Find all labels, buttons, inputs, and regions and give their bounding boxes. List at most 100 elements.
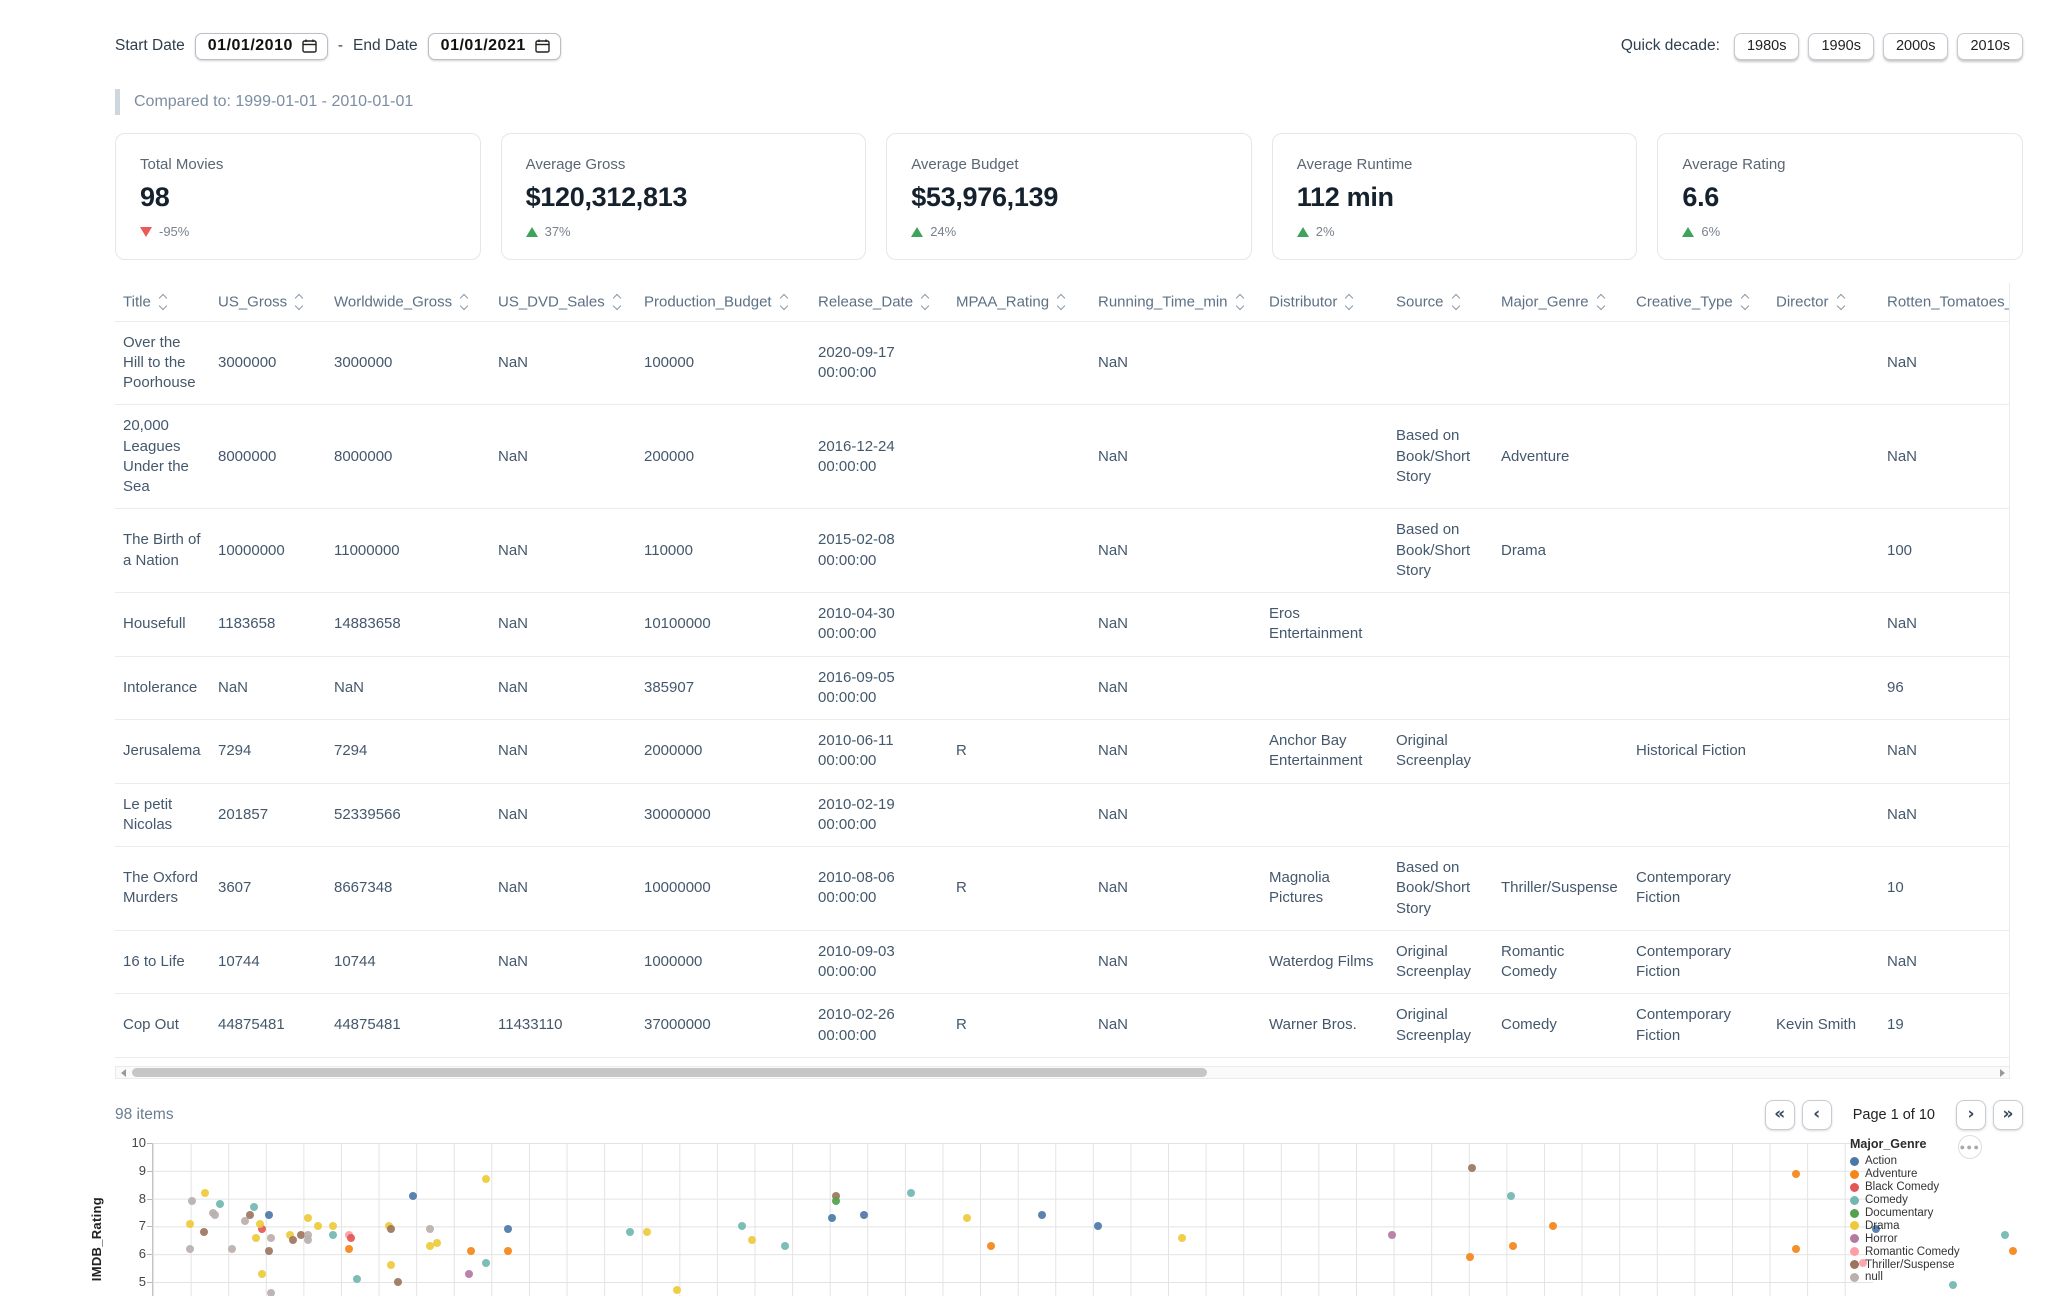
column-header-us_gross[interactable]: US_Gross [210,283,326,321]
scatter-point[interactable] [781,1242,789,1250]
scatter-point[interactable] [987,1242,995,1250]
scatter-point[interactable] [1549,1222,1557,1230]
scatter-point[interactable] [188,1197,196,1205]
legend-item[interactable]: Thriller/Suspense [1850,1258,2000,1271]
scatter-point[interactable] [216,1200,224,1208]
scatter-point[interactable] [289,1236,297,1244]
scatter-point[interactable] [465,1270,473,1278]
scatter-point[interactable] [186,1245,194,1253]
first-page-button[interactable]: « [1765,1100,1795,1130]
scatter-point[interactable] [1094,1222,1102,1230]
scatter-point[interactable] [387,1225,395,1233]
legend-item[interactable]: Drama [1850,1219,2000,1232]
scatter-point[interactable] [832,1197,840,1205]
table-horizontal-scrollbar[interactable] [115,1066,2010,1079]
scatter-point[interactable] [963,1214,971,1222]
scatter-point[interactable] [504,1247,512,1255]
decade-button-1980s[interactable]: 1980s [1734,33,1800,60]
scatter-point[interactable] [228,1245,236,1253]
scatter-point[interactable] [267,1234,275,1242]
scatter-point[interactable] [409,1192,417,1200]
scrollbar-track[interactable] [130,1067,1995,1078]
scatter-point[interactable] [265,1247,273,1255]
column-header-title[interactable]: Title [115,283,210,321]
scatter-point[interactable] [828,1214,836,1222]
legend-item[interactable]: Comedy [1850,1194,2000,1207]
scatter-point[interactable] [1792,1245,1800,1253]
prev-page-button[interactable]: ‹ [1802,1100,1832,1130]
column-header-running_time_min[interactable]: Running_Time_min [1090,283,1261,321]
scatter-point[interactable] [860,1211,868,1219]
scatter-point[interactable] [314,1222,322,1230]
scatter-point[interactable] [1792,1170,1800,1178]
scatter-point[interactable] [353,1275,361,1283]
scatter-point[interactable] [304,1236,312,1244]
column-header-production_budget[interactable]: Production_Budget [636,283,810,321]
scatter-point[interactable] [394,1278,402,1286]
scatter-point[interactable] [265,1211,273,1219]
scroll-right-arrow-icon[interactable] [1995,1067,2009,1078]
scroll-left-arrow-icon[interactable] [116,1067,130,1078]
scatter-point[interactable] [1468,1164,1476,1172]
column-header-mpaa_rating[interactable]: MPAA_Rating [948,283,1090,321]
scatter-point[interactable] [256,1220,264,1228]
scatter-point[interactable] [748,1236,756,1244]
column-header-creative_type[interactable]: Creative_Type [1628,283,1768,321]
scatter-point[interactable] [200,1228,208,1236]
calendar-icon[interactable] [535,39,550,53]
end-date-input[interactable]: 01/01/2021 [428,33,561,60]
scatter-point[interactable] [738,1222,746,1230]
legend-item[interactable]: Romantic Comedy [1850,1245,2000,1258]
scrollbar-thumb[interactable] [132,1068,1207,1077]
decade-button-1990s[interactable]: 1990s [1808,33,1874,60]
legend-item[interactable]: Action [1850,1155,2000,1168]
calendar-icon[interactable] [302,39,317,53]
scatter-point[interactable] [1507,1192,1515,1200]
scatter-point[interactable] [482,1259,490,1267]
scatter-point[interactable] [626,1228,634,1236]
decade-button-2010s[interactable]: 2010s [1957,33,2023,60]
scatter-point[interactable] [252,1234,260,1242]
scatter-point[interactable] [258,1270,266,1278]
scatter-point[interactable] [304,1214,312,1222]
scatter-point[interactable] [643,1228,651,1236]
column-header-director[interactable]: Director [1768,283,1879,321]
scatter-point[interactable] [211,1211,219,1219]
scatter-point[interactable] [329,1222,337,1230]
scatter-point[interactable] [1178,1234,1186,1242]
column-header-source[interactable]: Source [1388,283,1493,321]
scatter-point[interactable] [673,1286,681,1294]
scatter-point[interactable] [504,1225,512,1233]
column-header-major_genre[interactable]: Major_Genre [1493,283,1628,321]
scatter-point[interactable] [2009,1247,2017,1255]
start-date-input[interactable]: 01/01/2010 [195,33,328,60]
scatter-point[interactable] [1466,1253,1474,1261]
scatter-point[interactable] [329,1231,337,1239]
legend-item[interactable]: null [1850,1271,2000,1284]
scatter-point[interactable] [2001,1231,2009,1239]
scatter-point[interactable] [433,1239,441,1247]
scatter-point[interactable] [250,1203,258,1211]
scatter-point[interactable] [347,1234,355,1242]
legend-item[interactable]: Adventure [1850,1168,2000,1181]
column-header-us_dvd_sales[interactable]: US_DVD_Sales [490,283,636,321]
scatter-point[interactable] [1038,1211,1046,1219]
column-header-rotten_tomatoes_rating[interactable]: Rotten_Tomatoes_Rating [1879,283,2010,321]
decade-button-2000s[interactable]: 2000s [1883,33,1949,60]
next-page-button[interactable]: › [1956,1100,1986,1130]
legend-item[interactable]: Black Comedy [1850,1181,2000,1194]
legend-item[interactable]: Horror [1850,1232,2000,1245]
scatter-point[interactable] [467,1247,475,1255]
scatter-point[interactable] [426,1225,434,1233]
scatter-point[interactable] [907,1189,915,1197]
scatter-point[interactable] [267,1289,275,1296]
scatter-point[interactable] [482,1175,490,1183]
scatter-point[interactable] [1388,1231,1396,1239]
scatter-point[interactable] [246,1211,254,1219]
column-header-distributor[interactable]: Distributor [1261,283,1388,321]
column-header-worldwide_gross[interactable]: Worldwide_Gross [326,283,490,321]
last-page-button[interactable]: » [1993,1100,2023,1130]
scatter-point[interactable] [345,1245,353,1253]
chart-options-button[interactable]: ●●● [1958,1135,1982,1159]
column-header-release_date[interactable]: Release_Date [810,283,948,321]
